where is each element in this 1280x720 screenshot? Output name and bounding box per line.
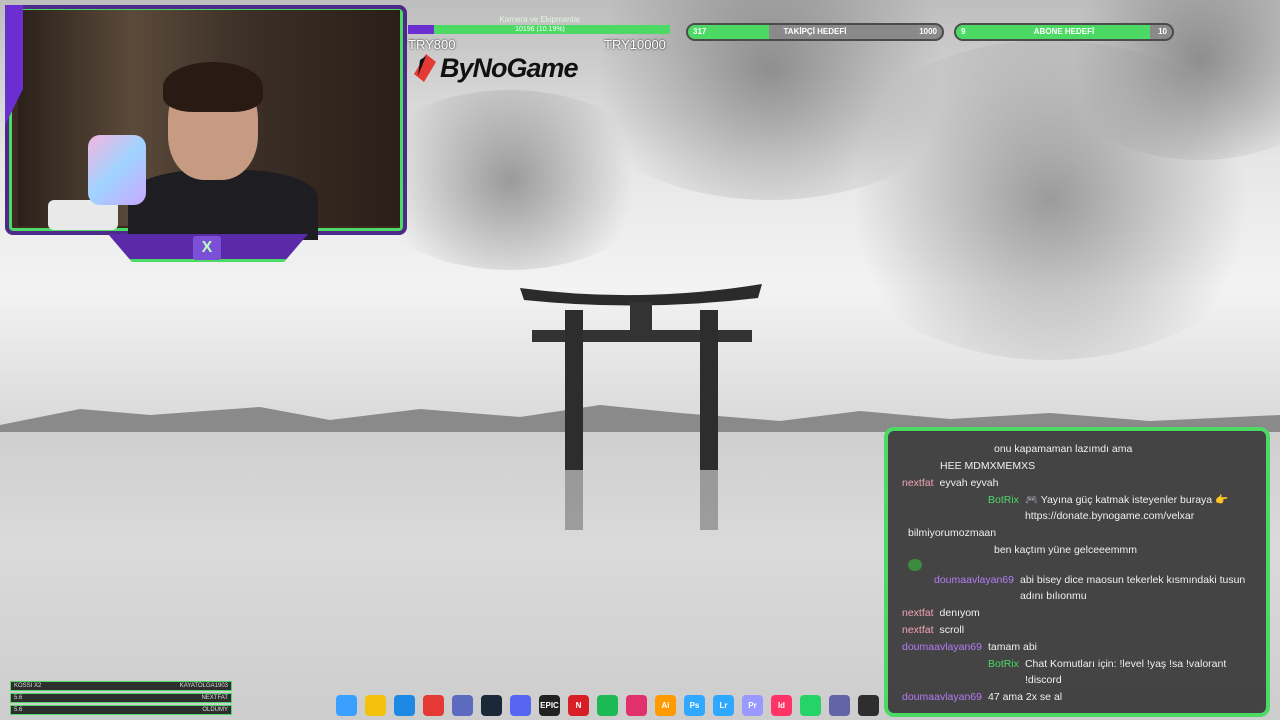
store-icon[interactable] [452, 694, 473, 716]
indesign-icon[interactable]: Id [771, 694, 792, 716]
chat-text: abi bisey dice maosun tekerlek kısmındak… [1019, 574, 1246, 602]
chat-message: doumaavlayan69 47 ama 2x se al [902, 689, 1252, 705]
chat-message: nextfat eyvah eyvah [902, 475, 1252, 491]
streamer-hair [163, 62, 263, 112]
chat-message: bilmiyorumozmaan [902, 525, 1252, 541]
chat-text: onu kapamaman lazımdı ama [994, 443, 1133, 455]
leaderboard-left: KOSSI X2 [14, 683, 42, 689]
premiere-icon[interactable]: Pr [742, 694, 763, 716]
follower-goal-label: TAKİPÇİ HEDEFİ [783, 27, 847, 36]
chat-message: BotRix Chat Komutları için: !level !yaş !… [902, 656, 1252, 688]
chat-text: eyvah eyvah [939, 477, 999, 489]
chat-message: nextfat scroll [902, 622, 1252, 638]
chat-message: ben kaçtım yüne gelceeemmm [902, 542, 1252, 558]
leaderboard-row: 5.6 OLDUMY [10, 705, 232, 715]
chat-panel[interactable]: onu kapamaman lazımdı ama HEE MDMXMEMXS ne… [884, 427, 1270, 717]
leaderboard-left: 5.6 [14, 695, 23, 701]
chat-message: doumaavlayan69 tamam abi [902, 639, 1252, 655]
sub-goal-bar: 9 ABONE HEDEFİ 10 [954, 23, 1174, 41]
chat-text: denıyom [939, 607, 980, 619]
instagram-icon[interactable] [626, 694, 647, 716]
steam-icon[interactable] [481, 694, 502, 716]
bynogame-logo: ByNoGame [414, 52, 579, 84]
chat-message: BotRix 🎮 Yayına güç katmak isteyenler bur… [902, 492, 1252, 524]
chat-text: 47 ama 2x se al [987, 691, 1063, 703]
bynogame-mark-icon [414, 54, 436, 82]
leaderboard-panel: KOSSI X2 KAYATOLGA1903 5.6 NEXTFAT 5.6 OLDUMY [10, 681, 232, 717]
chat-text: bilmiyorumozmaan [908, 527, 997, 539]
microphone [88, 135, 146, 205]
leaderboard-left: 5.6 [14, 707, 23, 713]
follower-goal-bar: 317 TAKİPÇİ HEDEFİ 1000 [686, 23, 944, 41]
chat-username[interactable]: nextfat [902, 622, 934, 638]
brand-name: ByNoGame [440, 52, 579, 83]
taskbar[interactable]: EPIC N Ai Ps Lr Pr Id [336, 694, 879, 716]
chat-text: Chat Komutları için: !level !yaş !sa !va… [1024, 658, 1227, 686]
chat-text: HEE MDMXMEMXS [940, 460, 1036, 472]
chat-message: HEE MDMXMEMXS [902, 458, 1252, 474]
lightroom-icon[interactable]: Lr [713, 694, 734, 716]
chat-message: onu kapamaman lazımdı ama [902, 441, 1252, 457]
chat-message: nextfat denıyom [902, 605, 1252, 621]
chat-username[interactable]: nextfat [902, 475, 934, 491]
illustrator-icon[interactable]: Ai [655, 694, 676, 716]
edge-icon[interactable] [394, 694, 415, 716]
netflix-icon[interactable]: N [568, 694, 589, 716]
leaderboard-right: KAYATOLGA1903 [179, 683, 228, 689]
donation-goal-title: Kamera ve Ekipmanlar [499, 15, 581, 24]
chrome-icon[interactable] [423, 694, 444, 716]
leaderboard-row: KOSSI X2 KAYATOLGA1903 [10, 681, 232, 691]
streamer-body [128, 170, 318, 240]
chat-username[interactable]: doumaavlayan69 [902, 639, 982, 655]
green-emote-icon [908, 559, 922, 571]
donation-goal-cap [408, 25, 434, 34]
whatsapp-icon[interactable] [800, 694, 821, 716]
chat-username[interactable]: BotRix [988, 656, 1019, 688]
chat-text: tamam abi [987, 641, 1038, 653]
webcam-feed [18, 10, 400, 240]
photoshop-icon[interactable]: Ps [684, 694, 705, 716]
chat-message [902, 559, 1252, 571]
chat-text: 🎮 Yayına güç katmak isteyenler buraya 👉 … [1024, 494, 1229, 522]
donation-goal-min: TRY800 [408, 37, 456, 52]
leaderboard-right: OLDUMY [202, 707, 228, 713]
leaderboard-right: NEXTFAT [201, 695, 228, 701]
windows-start-icon[interactable] [336, 694, 357, 716]
obs-icon[interactable] [858, 694, 879, 716]
chat-message: doumaavlayan69 abi bisey dice maosun teke… [902, 572, 1252, 604]
file-explorer-icon[interactable] [365, 694, 386, 716]
chat-text: scroll [939, 624, 965, 636]
donation-goal-max: TRY10000 [604, 37, 666, 52]
chat-username[interactable]: nextfat [902, 605, 934, 621]
chat-username[interactable]: doumaavlayan69 [934, 572, 1014, 604]
x-logo-icon: X [193, 236, 221, 260]
discord-icon[interactable] [510, 694, 531, 716]
sub-goal-label: ABONE HEDEFİ [1033, 27, 1095, 36]
leaderboard-row: 5.6 NEXTFAT [10, 693, 232, 703]
sub-goal-target: 10 [1158, 27, 1167, 36]
chat-text: ben kaçtım yüne gelceeemmm [994, 544, 1137, 556]
chat-message-list[interactable]: onu kapamaman lazımdı ama HEE MDMXMEMXS ne… [888, 440, 1266, 705]
follower-goal-target: 1000 [919, 27, 937, 36]
donation-goal-progress: 10196 (10.19%) [515, 26, 565, 33]
chat-username[interactable]: doumaavlayan69 [902, 689, 982, 705]
teams-icon[interactable] [829, 694, 850, 716]
spotify-icon[interactable] [597, 694, 618, 716]
chat-username[interactable]: BotRix [988, 492, 1019, 524]
epic-games-icon[interactable]: EPIC [539, 694, 560, 716]
torii-gate [520, 284, 762, 530]
